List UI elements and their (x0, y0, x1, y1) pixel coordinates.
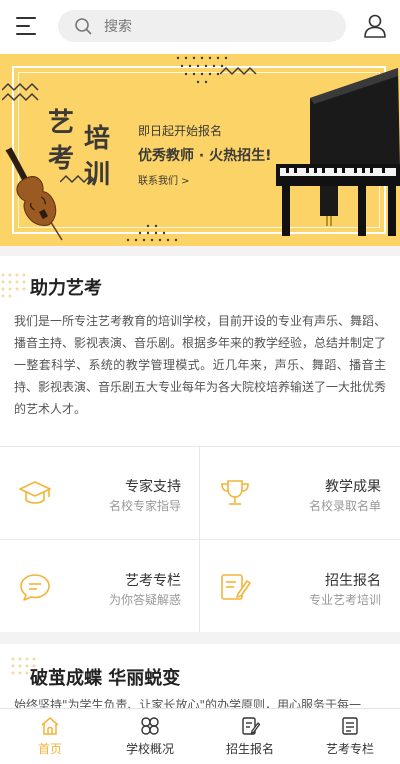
zigzag-decoration-icon (2, 82, 39, 102)
about-title: 助力艺考 (30, 278, 102, 299)
grid-petals-icon (141, 717, 159, 735)
feature-subtitle: 为你答疑解惑 (108, 593, 181, 607)
menu-icon[interactable] (16, 16, 40, 36)
tab-home[interactable]: 首页 (0, 709, 100, 761)
graduation-cap-icon (19, 481, 51, 504)
tab-label: 学校概况 (125, 742, 174, 756)
tab-art-exam-column[interactable]: 艺考专栏 (300, 709, 400, 761)
dots-decoration-icon (1, 273, 26, 298)
trophy-icon (221, 480, 249, 505)
feature-title: 教学成果 (325, 479, 381, 495)
banner-title-char: 考 (48, 144, 75, 174)
about-section: 助力艺考 我们是一所专注艺考教育的培训学校，目前开设的专业有声乐、舞蹈、播音主持… (0, 256, 400, 446)
tab-enrollment[interactable]: 招生报名 (200, 709, 300, 761)
home-icon (41, 717, 59, 735)
feature-art-exam-column[interactable]: 艺考专栏 为你答疑解惑 (0, 540, 199, 632)
feature-expert-support[interactable]: 专家支持 名校专家指导 (0, 446, 199, 538)
piano-illustration (276, 68, 400, 236)
user-icon[interactable] (364, 14, 386, 38)
search-bar[interactable] (58, 10, 346, 44)
tab-school-overview[interactable]: 学校概况 (100, 709, 200, 761)
edit-form-icon (242, 717, 260, 735)
search-icon (75, 18, 92, 35)
feature-grid: 专家支持 名校专家指导 教学成果 名校录取名单 艺考专栏 为你答疑解惑 招生报名 (0, 446, 400, 632)
feature-title: 艺考专栏 (125, 573, 181, 589)
about-text: 我们是一所专注艺考教育的培训学校，目前开设的专业有声乐、舞蹈、播音主持、影视表演… (14, 314, 387, 416)
banner-title: 艺 考 培 训 (48, 98, 120, 198)
top-header (0, 0, 400, 54)
contact-us-link[interactable]: 联系我们 > (138, 172, 190, 187)
section2-title: 破茧成蝶 华丽蜕变 (30, 668, 181, 689)
banner-title-char: 艺 (48, 108, 75, 138)
edit-form-icon (221, 574, 251, 600)
tab-label: 招生报名 (225, 742, 274, 756)
banner-title-char: 训 (84, 160, 111, 190)
feature-enrollment[interactable]: 招生报名 专业艺考培训 (200, 540, 399, 632)
triangle-dots-decoration-icon (176, 56, 228, 84)
feature-title: 专家支持 (125, 479, 181, 495)
search-input[interactable] (102, 10, 326, 44)
tab-label: 首页 (37, 742, 62, 756)
feature-title: 招生报名 (325, 573, 381, 589)
bottom-tab-bar: 首页 学校概况 招生报名 艺考专栏 (0, 708, 400, 760)
document-icon (342, 717, 358, 735)
feature-subtitle: 名校专家指导 (108, 499, 181, 513)
feature-teaching-results[interactable]: 教学成果 名校录取名单 (200, 446, 399, 538)
triangle-dots-decoration-icon (126, 224, 178, 242)
tab-label: 艺考专栏 (325, 742, 374, 756)
feature-subtitle: 专业艺考培训 (308, 593, 381, 607)
chat-bubble-icon (20, 574, 50, 601)
banner-carousel[interactable]: 艺 考 培 训 即日起开始报名 优秀教师 · 火热招生! 联系我们 > (0, 54, 400, 246)
banner-title-char: 培 (84, 124, 111, 154)
feature-subtitle: 名校录取名单 (308, 499, 381, 513)
